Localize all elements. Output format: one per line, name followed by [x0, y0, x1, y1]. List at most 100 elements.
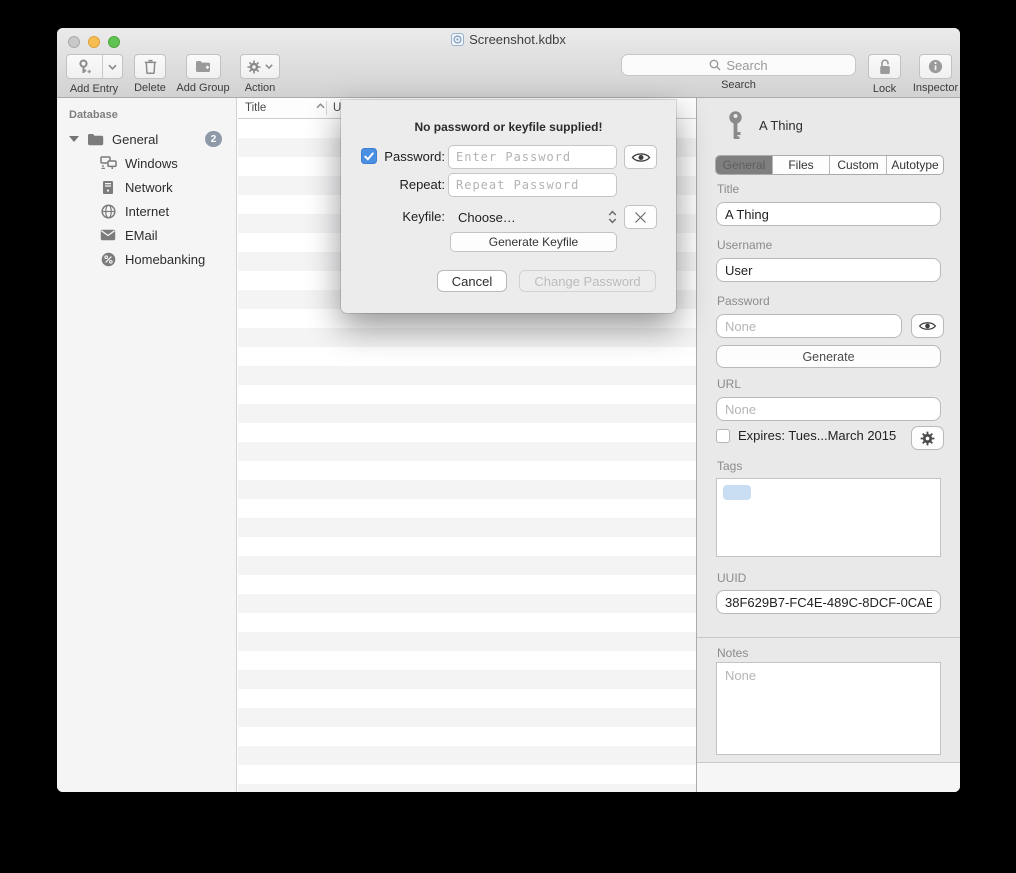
table-row[interactable] — [238, 746, 696, 765]
expires-row: Expires: Tues...March 2015 — [716, 428, 896, 443]
window-header: Screenshot.kdbx Add Entry — [57, 28, 960, 98]
table-row[interactable] — [238, 499, 696, 518]
table-row[interactable] — [238, 613, 696, 632]
table-row[interactable] — [238, 765, 696, 784]
table-row[interactable] — [238, 328, 696, 347]
sidebar-item-label: Network — [125, 180, 173, 195]
reveal-password-button[interactable] — [911, 314, 944, 338]
search-label: Search — [621, 79, 856, 91]
delete-button[interactable] — [134, 54, 166, 79]
toolbar: Add Entry Delete Add Group — [65, 54, 952, 96]
table-row[interactable] — [238, 556, 696, 575]
table-row[interactable] — [238, 461, 696, 480]
inspector-label: Inspector — [911, 82, 960, 94]
stepper-icon — [608, 210, 617, 224]
key-icon — [725, 110, 746, 141]
tags-box[interactable] — [716, 478, 941, 557]
info-icon — [928, 59, 943, 74]
folder-icon — [86, 133, 104, 146]
username-field[interactable] — [716, 258, 941, 282]
sidebar-item-label: Windows — [125, 156, 178, 171]
table-row[interactable] — [238, 404, 696, 423]
table-row[interactable] — [238, 727, 696, 746]
table-row[interactable] — [238, 651, 696, 670]
inspector-button[interactable] — [919, 54, 952, 79]
inspector-tabs: General Files Custom Autotype — [715, 155, 944, 175]
server-icon — [99, 180, 117, 195]
table-row[interactable] — [238, 518, 696, 537]
folder-plus-icon — [195, 60, 211, 73]
action-label: Action — [239, 82, 281, 94]
url-field-label: URL — [717, 377, 741, 391]
app-window: Screenshot.kdbx Add Entry — [57, 28, 960, 792]
table-row[interactable] — [238, 632, 696, 651]
table-row[interactable] — [238, 575, 696, 594]
enter-password-input[interactable] — [448, 145, 617, 169]
table-row[interactable] — [238, 708, 696, 727]
password-field[interactable] — [716, 314, 902, 338]
tab-files[interactable]: Files — [773, 156, 830, 174]
sidebar-item-homebanking[interactable]: Homebanking — [57, 247, 236, 271]
title-field[interactable] — [716, 202, 941, 226]
windows-icon — [99, 156, 117, 170]
tab-general[interactable]: General — [716, 156, 773, 174]
table-row[interactable] — [238, 480, 696, 499]
expires-checkbox[interactable] — [716, 429, 730, 443]
dialog-reveal-password-button[interactable] — [624, 145, 657, 169]
dialog-repeat-label: Repeat: — [361, 173, 445, 197]
sidebar: Database General 2 Windows Network — [57, 98, 237, 792]
change-password-sheet: No password or keyfile supplied! Passwor… — [341, 100, 676, 313]
sidebar-item-internet[interactable]: Internet — [57, 199, 236, 223]
sidebar-item-label: Homebanking — [125, 252, 205, 267]
sidebar-item-email[interactable]: EMail — [57, 223, 236, 247]
table-row[interactable] — [238, 385, 696, 404]
generate-keyfile-button[interactable]: Generate Keyfile — [450, 232, 617, 252]
add-entry-label: Add Entry — [65, 83, 123, 95]
table-row[interactable] — [238, 689, 696, 708]
keyfile-popup[interactable]: Choose… — [448, 205, 617, 229]
add-entry-button[interactable] — [66, 54, 123, 79]
table-row[interactable] — [238, 347, 696, 366]
tag-token[interactable] — [723, 485, 751, 500]
add-entry-dropdown[interactable] — [103, 55, 122, 78]
window-title: Screenshot.kdbx — [57, 32, 960, 52]
add-group-button[interactable] — [186, 54, 221, 79]
column-divider[interactable] — [326, 101, 327, 115]
column-header-title[interactable]: Title — [245, 102, 266, 114]
table-row[interactable] — [238, 670, 696, 689]
change-password-button[interactable]: Change Password — [519, 270, 656, 292]
tab-autotype[interactable]: Autotype — [887, 156, 943, 174]
table-row[interactable] — [238, 594, 696, 613]
table-row[interactable] — [238, 442, 696, 461]
sidebar-item-label: EMail — [125, 228, 158, 243]
sidebar-item-general[interactable]: General 2 — [57, 127, 236, 151]
repeat-password-input[interactable] — [448, 173, 617, 197]
notes-field[interactable] — [716, 662, 941, 755]
expires-settings-button[interactable] — [911, 426, 944, 450]
unlock-icon — [878, 59, 892, 75]
table-row[interactable] — [238, 537, 696, 556]
search-input[interactable]: Search — [621, 54, 856, 76]
uuid-field[interactable] — [716, 590, 941, 614]
notes-field-label: Notes — [717, 646, 748, 660]
search-group: Search Search — [621, 54, 856, 91]
table-row[interactable] — [238, 423, 696, 442]
sidebar-item-windows[interactable]: Windows — [57, 151, 236, 175]
inspector-footer — [697, 763, 960, 792]
table-row[interactable] — [238, 366, 696, 385]
generate-password-button[interactable]: Generate — [716, 345, 941, 368]
clear-keyfile-button[interactable] — [624, 205, 657, 229]
sort-ascending-icon — [316, 103, 325, 109]
tab-custom[interactable]: Custom — [830, 156, 887, 174]
cancel-button[interactable]: Cancel — [437, 270, 507, 292]
sidebar-item-label: General — [112, 132, 158, 147]
disclosure-triangle-icon[interactable] — [69, 136, 79, 142]
password-field-label: Password — [717, 294, 770, 308]
table-row[interactable] — [238, 784, 696, 792]
entry-title: A Thing — [759, 118, 803, 133]
url-field[interactable] — [716, 397, 941, 421]
lock-button[interactable] — [868, 54, 901, 79]
sidebar-item-network[interactable]: Network — [57, 175, 236, 199]
document-proxy-icon[interactable] — [451, 33, 464, 46]
action-button[interactable] — [240, 54, 280, 79]
